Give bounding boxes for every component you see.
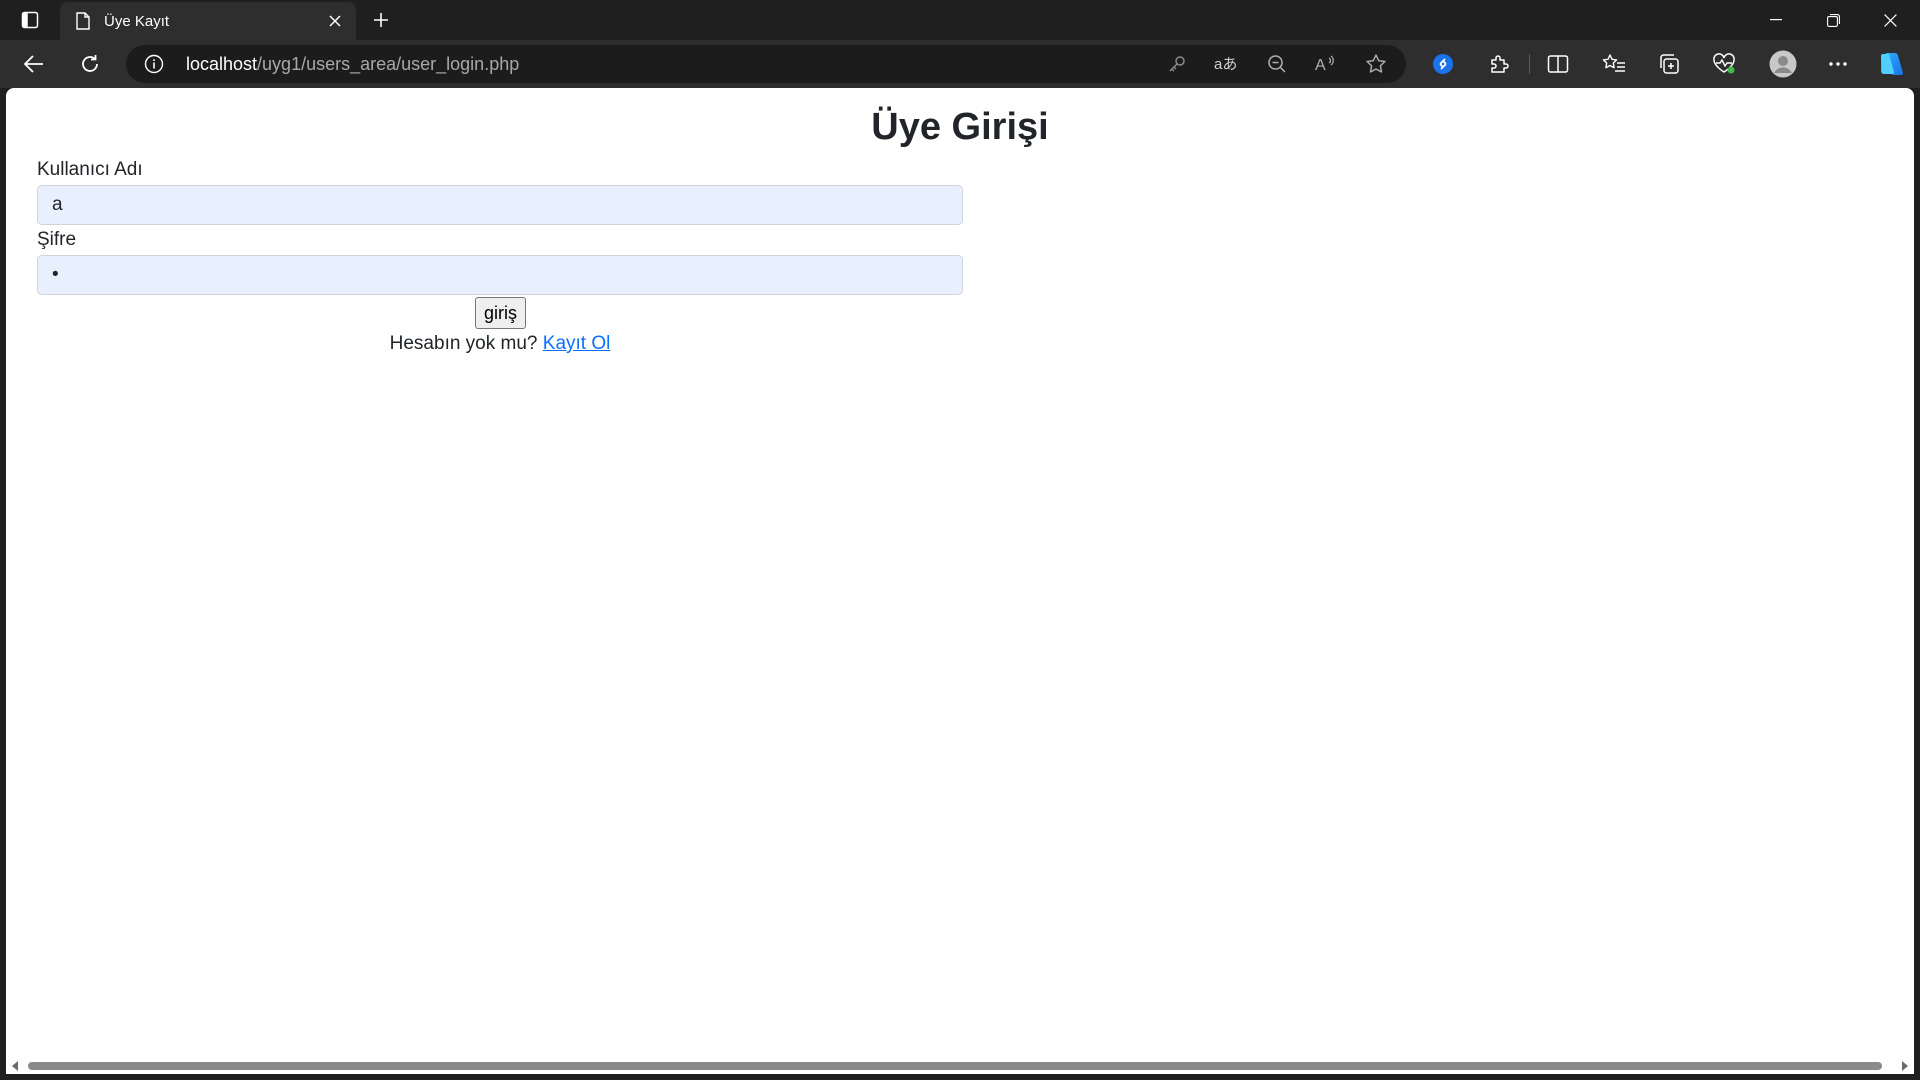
active-tab[interactable]: Üye Kayıt: [60, 2, 356, 40]
page-title: Üye Girişi: [871, 106, 1049, 148]
page-viewport: Üye Girişi Kullanıcı Adı Şifre giriş Hes…: [6, 88, 1914, 1074]
back-arrow-icon[interactable]: [16, 48, 52, 80]
puzzle-icon[interactable]: [1481, 48, 1517, 80]
scroll-left-icon[interactable]: [10, 1061, 20, 1071]
window-bottom-edge: [0, 1074, 1920, 1080]
collections-icon[interactable]: [1651, 48, 1687, 80]
copilot-icon[interactable]: [1874, 48, 1910, 80]
horizontal-scrollbar[interactable]: [6, 1058, 1914, 1074]
read-aloud-icon[interactable]: A: [1312, 51, 1340, 77]
refresh-icon[interactable]: [72, 48, 108, 80]
url-host: localhost: [186, 54, 258, 74]
password-input[interactable]: [37, 255, 963, 295]
svg-text:aあ: aあ: [1214, 56, 1237, 73]
more-icon[interactable]: [1820, 48, 1856, 80]
username-input[interactable]: [37, 185, 963, 225]
browser-toolbar: localhost/uyg1/users_area/user_login.php…: [0, 40, 1920, 88]
plus-icon[interactable]: [366, 6, 396, 34]
restore-icon[interactable]: [1805, 0, 1861, 40]
zoom-out-icon[interactable]: [1263, 51, 1291, 77]
toolbar-separator: [1529, 54, 1530, 74]
scroll-right-icon[interactable]: [1900, 1061, 1910, 1071]
split-screen-icon[interactable]: [1540, 48, 1576, 80]
shazam-icon[interactable]: [1425, 48, 1461, 80]
url-text[interactable]: localhost/uyg1/users_area/user_login.php: [186, 54, 519, 75]
title-bar: Üye Kayıt: [0, 0, 1920, 40]
window-close-icon[interactable]: [1862, 0, 1918, 40]
url-path: /uyg1/users_area/user_login.php: [257, 54, 520, 74]
minimize-icon[interactable]: [1748, 0, 1804, 40]
favorites-icon[interactable]: [1596, 48, 1632, 80]
profile-avatar-icon[interactable]: [1765, 48, 1801, 80]
close-icon[interactable]: [322, 8, 348, 34]
signup-link[interactable]: Kayıt Ol: [543, 333, 611, 354]
username-label: Kullanıcı Adı: [37, 159, 143, 180]
address-bar[interactable]: localhost/uyg1/users_area/user_login.php…: [126, 45, 1406, 83]
info-icon[interactable]: [144, 54, 164, 74]
page-icon: [74, 12, 92, 30]
key-icon[interactable]: [1163, 51, 1191, 77]
signup-prompt: Hesabın yok mu?: [389, 333, 538, 354]
star-icon[interactable]: [1362, 51, 1390, 77]
tab-actions-icon[interactable]: [14, 7, 46, 33]
tab-title: Üye Kayıt: [104, 12, 170, 30]
signup-prompt-line: Hesabın yok mu? Kayıt Ol: [6, 333, 994, 355]
password-label: Şifre: [37, 229, 77, 250]
svg-text:A: A: [1315, 57, 1326, 74]
heart-pulse-icon[interactable]: [1706, 48, 1742, 80]
scrollbar-thumb[interactable]: [28, 1062, 1882, 1070]
login-button[interactable]: giriş: [475, 297, 526, 329]
translate-icon[interactable]: aあ: [1212, 51, 1240, 77]
